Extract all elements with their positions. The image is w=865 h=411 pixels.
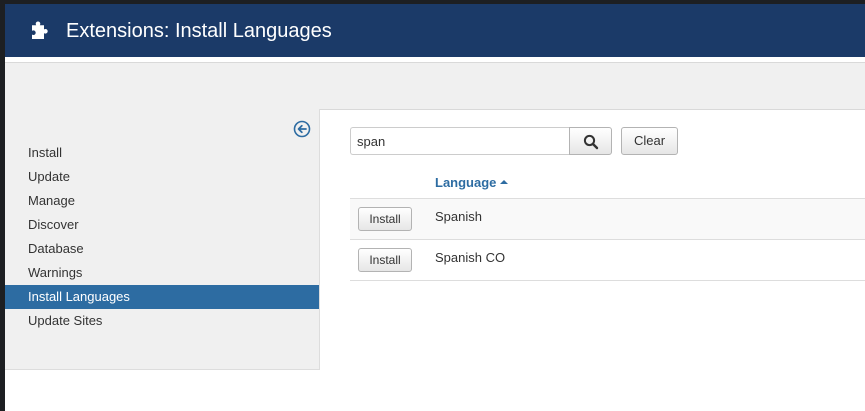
install-button[interactable]: Install [358, 207, 412, 231]
sidebar-item-warnings[interactable]: Warnings [5, 261, 319, 285]
language-name: Spanish [435, 209, 482, 224]
language-name: Spanish CO [435, 250, 506, 265]
sidebar-item-update-sites[interactable]: Update Sites [5, 309, 319, 333]
sidebar-item-database[interactable]: Database [5, 237, 319, 261]
search-button[interactable] [569, 127, 612, 155]
install-button[interactable]: Install [358, 248, 412, 272]
sidebar-item-update[interactable]: Update [5, 165, 319, 189]
search-input[interactable] [350, 127, 570, 155]
clear-button[interactable]: Clear [621, 127, 678, 155]
app-window: Extensions: Install Languages Install Up… [5, 4, 865, 411]
table-header: Language [350, 165, 865, 199]
sidebar-menu: Install Update Manage Discover Database … [5, 141, 319, 333]
puzzle-icon [29, 20, 51, 42]
toolbar [5, 62, 865, 110]
language-column-header[interactable]: Language [435, 175, 509, 190]
table-row: Install Spanish [350, 199, 865, 240]
sort-ascending-icon [500, 180, 509, 184]
sidebar-item-install[interactable]: Install [5, 141, 319, 165]
page-header: Extensions: Install Languages [5, 4, 865, 57]
languages-table: Language Install Spanish Install Spanish… [350, 165, 865, 281]
sidebar-item-discover[interactable]: Discover [5, 213, 319, 237]
sidebar-item-manage[interactable]: Manage [5, 189, 319, 213]
main-content: Clear Language Install Spanish Install S… [350, 109, 865, 409]
language-column-label: Language [435, 175, 497, 190]
page-title: Extensions: Install Languages [66, 20, 332, 42]
arrow-left-circle-icon[interactable] [293, 120, 311, 138]
search-icon [583, 134, 599, 150]
sidebar-item-install-languages[interactable]: Install Languages [5, 285, 319, 309]
sidebar: Install Update Manage Discover Database … [5, 109, 320, 370]
table-row: Install Spanish CO [350, 240, 865, 281]
